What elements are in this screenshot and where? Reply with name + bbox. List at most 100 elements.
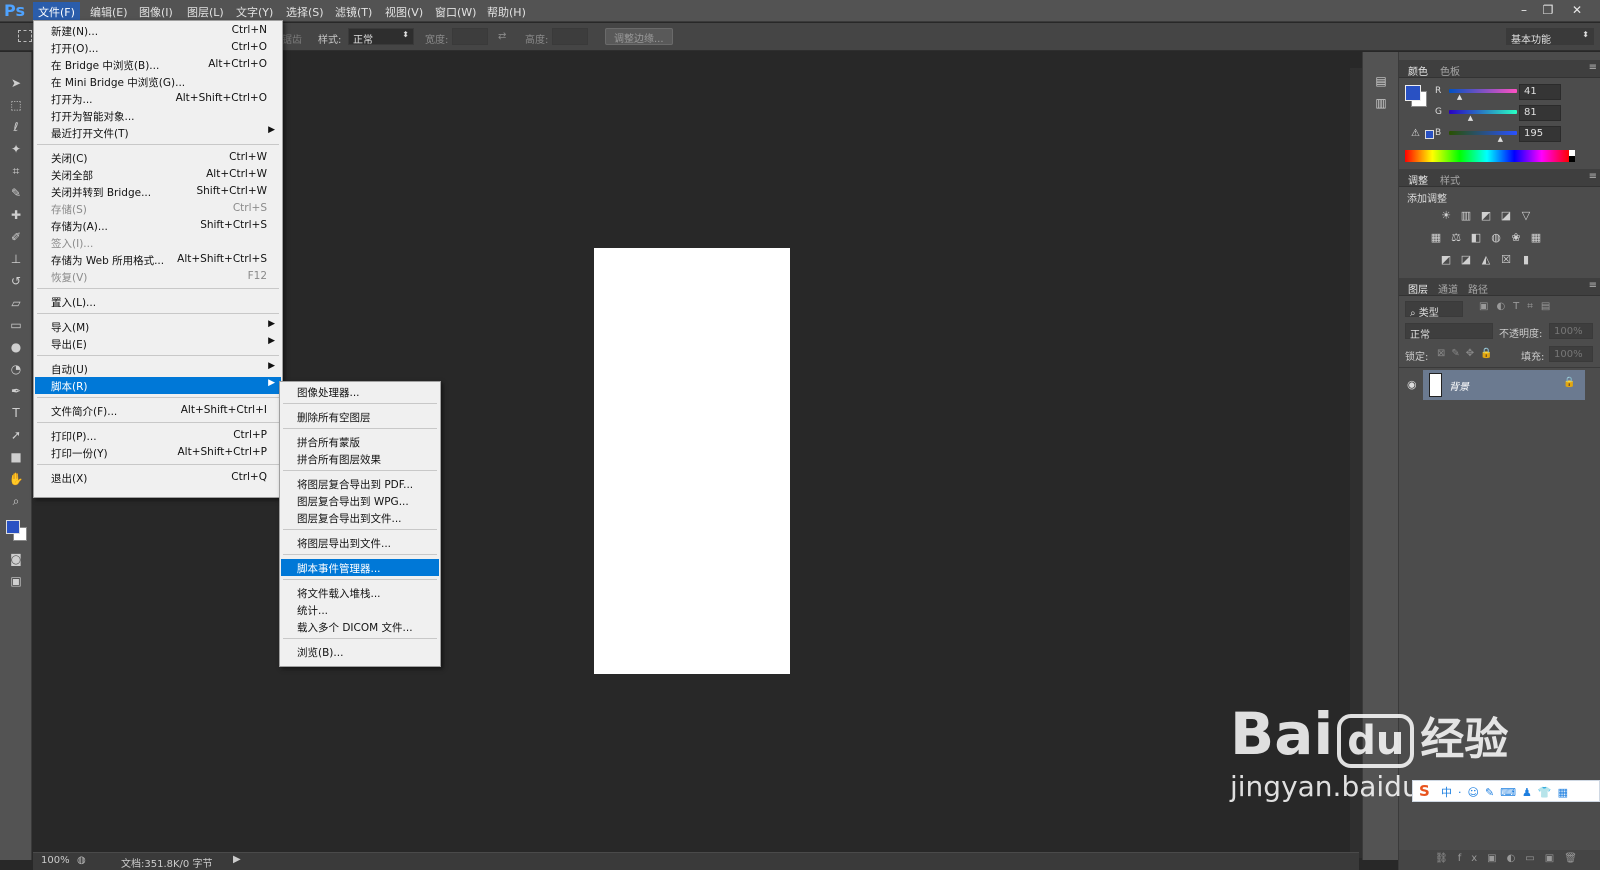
- curves-icon[interactable]: ◩: [1479, 210, 1493, 222]
- threshold-icon[interactable]: ◭: [1479, 254, 1493, 266]
- screen-mode-icon[interactable]: ▣: [6, 572, 26, 590]
- history-brush-icon[interactable]: ↺: [6, 272, 26, 290]
- canvas[interactable]: [594, 248, 790, 674]
- path-select-icon[interactable]: ➚: [6, 426, 26, 444]
- magic-wand-icon[interactable]: ✦: [6, 140, 26, 158]
- menu-item-comps-to-wpg[interactable]: 图层复合导出到 WPG...: [281, 492, 439, 509]
- marquee-tool-icon[interactable]: [18, 30, 32, 42]
- tab-color[interactable]: 颜色: [1405, 62, 1431, 79]
- websafe-swatch[interactable]: [1425, 130, 1434, 139]
- g-slider-thumb[interactable]: ▲: [1468, 114, 1473, 122]
- menu-edit[interactable]: 编辑(E): [86, 3, 132, 21]
- menu-item-save-as[interactable]: 存储为(A)... Shift+Ctrl+S: [35, 217, 281, 234]
- lock-icons[interactable]: ⊠✎✥🔒: [1437, 348, 1499, 359]
- menu-item-delete-empty-layers[interactable]: 删除所有空图层: [281, 408, 439, 425]
- menu-item-image-processor[interactable]: 图像处理器...: [281, 383, 439, 400]
- menu-filter[interactable]: 滤镜(T): [331, 3, 376, 21]
- hand-tool-icon[interactable]: ✋: [6, 470, 26, 488]
- g-input[interactable]: 81: [1519, 105, 1561, 121]
- shape-tool-icon[interactable]: ■: [6, 448, 26, 466]
- swap-icon[interactable]: ⇄: [498, 31, 506, 42]
- posterize-icon[interactable]: ◪: [1459, 254, 1473, 266]
- menu-item-save-for-web[interactable]: 存储为 Web 所用格式... Alt+Shift+Ctrl+S: [35, 251, 281, 268]
- menu-file[interactable]: 文件(F): [33, 2, 80, 22]
- fill-input[interactable]: 100%: [1549, 346, 1593, 362]
- levels-icon[interactable]: ▥: [1459, 210, 1473, 222]
- opacity-input[interactable]: 100%: [1549, 323, 1593, 339]
- layer-filter-select[interactable]: ⌕ 类型: [1405, 301, 1463, 319]
- menu-item-browse-mini-bridge[interactable]: 在 Mini Bridge 中浏览(G)...: [35, 73, 281, 90]
- blend-mode-select[interactable]: 正常: [1405, 323, 1493, 341]
- properties-panel-icon[interactable]: ▥: [1371, 94, 1391, 112]
- menu-item-file-info[interactable]: 文件简介(F)... Alt+Shift+Ctrl+I: [35, 402, 281, 419]
- invert-icon[interactable]: ◩: [1439, 254, 1453, 266]
- quick-mask-icon[interactable]: ◙: [6, 550, 26, 568]
- black-white-icon[interactable]: ◧: [1469, 232, 1483, 244]
- menu-item-export[interactable]: 导出(E) ▶: [35, 335, 281, 352]
- menu-item-statistics[interactable]: 统计...: [281, 601, 439, 618]
- menu-item-close-go-bridge[interactable]: 关闭并转到 Bridge... Shift+Ctrl+W: [35, 183, 281, 200]
- channel-mixer-icon[interactable]: ❀: [1509, 232, 1523, 244]
- menu-item-recent-files[interactable]: 最近打开文件(T) ▶: [35, 124, 281, 141]
- menu-item-close-all[interactable]: 关闭全部 Alt+Ctrl+W: [35, 166, 281, 183]
- type-tool-icon[interactable]: T: [6, 404, 26, 422]
- zoom-level[interactable]: 100%: [41, 855, 70, 866]
- healing-brush-icon[interactable]: ✚: [6, 206, 26, 224]
- foreground-color-swatch[interactable]: [1405, 85, 1421, 101]
- g-slider[interactable]: [1449, 110, 1517, 114]
- width-input[interactable]: [452, 28, 488, 45]
- menu-window[interactable]: 窗口(W): [431, 3, 480, 21]
- menu-item-new[interactable]: 新建(N)... Ctrl+N: [35, 22, 281, 39]
- color-lookup-icon[interactable]: ▦: [1529, 232, 1543, 244]
- menu-item-comps-to-files[interactable]: 图层复合导出到文件...: [281, 509, 439, 526]
- hue-saturation-icon[interactable]: ▦: [1429, 232, 1443, 244]
- black-swatch[interactable]: [1569, 156, 1575, 162]
- panel-menu-icon[interactable]: ≡: [1589, 280, 1597, 291]
- menu-help[interactable]: 帮助(H): [483, 3, 530, 21]
- selective-color-icon[interactable]: ☒: [1499, 254, 1513, 266]
- menu-item-flatten-masks[interactable]: 拼合所有蒙版: [281, 433, 439, 450]
- gradient-map-icon[interactable]: ▮: [1519, 254, 1533, 266]
- lasso-tool-icon[interactable]: ℓ: [6, 118, 26, 136]
- eraser-tool-icon[interactable]: ▱: [6, 294, 26, 312]
- tab-paths[interactable]: 路径: [1465, 280, 1491, 297]
- menu-item-browse-bridge[interactable]: 在 Bridge 中浏览(B)... Alt+Ctrl+O: [35, 56, 281, 73]
- menu-select[interactable]: 选择(S): [282, 3, 328, 21]
- vibrance-icon[interactable]: ▽: [1519, 210, 1533, 222]
- layers-footer-icons[interactable]: ⛓fx▣◐▭▣🗑: [1399, 850, 1600, 870]
- exposure-icon[interactable]: ◪: [1499, 210, 1513, 222]
- zoom-tool-icon[interactable]: ⌕: [6, 492, 26, 510]
- layer-row[interactable]: 背景 🔒: [1423, 370, 1585, 400]
- menu-image[interactable]: 图像(I): [135, 3, 177, 21]
- move-tool-icon[interactable]: ➤: [6, 74, 26, 92]
- menu-item-scripts[interactable]: 脚本(R) ▶: [35, 377, 281, 394]
- stamp-tool-icon[interactable]: ⊥: [6, 250, 26, 268]
- menu-item-open-smart-object[interactable]: 打开为智能对象...: [35, 107, 281, 124]
- menu-item-automate[interactable]: 自动(U) ▶: [35, 360, 281, 377]
- menu-item-open-as[interactable]: 打开为... Alt+Shift+Ctrl+O: [35, 90, 281, 107]
- ime-tool-icons[interactable]: 中·☺✎⌨♟👕▦: [1441, 784, 1574, 800]
- brush-tool-icon[interactable]: ✐: [6, 228, 26, 246]
- menu-item-comps-to-pdf[interactable]: 将图层复合导出到 PDF...: [281, 475, 439, 492]
- layer-name[interactable]: 背景: [1449, 378, 1469, 393]
- color-ramp[interactable]: [1405, 150, 1569, 162]
- sogou-icon[interactable]: S: [1419, 782, 1430, 800]
- dodge-tool-icon[interactable]: ◔: [6, 360, 26, 378]
- menu-item-import[interactable]: 导入(M) ▶: [35, 318, 281, 335]
- brightness-icon[interactable]: ☀: [1439, 210, 1453, 222]
- tab-styles[interactable]: 样式: [1437, 171, 1463, 188]
- menu-item-place[interactable]: 置入(L)...: [35, 293, 281, 310]
- photo-filter-icon[interactable]: ◍: [1489, 232, 1503, 244]
- menu-item-open[interactable]: 打开(O)... Ctrl+O: [35, 39, 281, 56]
- marquee-tool-icon[interactable]: ⬚: [6, 96, 26, 114]
- b-slider[interactable]: [1449, 131, 1517, 135]
- crop-tool-icon[interactable]: ⌗: [6, 162, 26, 180]
- tab-swatches[interactable]: 色板: [1437, 62, 1463, 79]
- menu-item-export-layers-to-files[interactable]: 将图层导出到文件...: [281, 534, 439, 551]
- style-select[interactable]: 正常 ⬍: [348, 28, 414, 46]
- play-arrow-icon[interactable]: ▶: [233, 854, 241, 865]
- minimize-icon[interactable]: –: [1513, 2, 1535, 18]
- pen-tool-icon[interactable]: ✒: [6, 382, 26, 400]
- close-icon[interactable]: ✕: [1566, 2, 1588, 18]
- layer-filter-icons[interactable]: ▣◐T⌗▤: [1479, 301, 1558, 312]
